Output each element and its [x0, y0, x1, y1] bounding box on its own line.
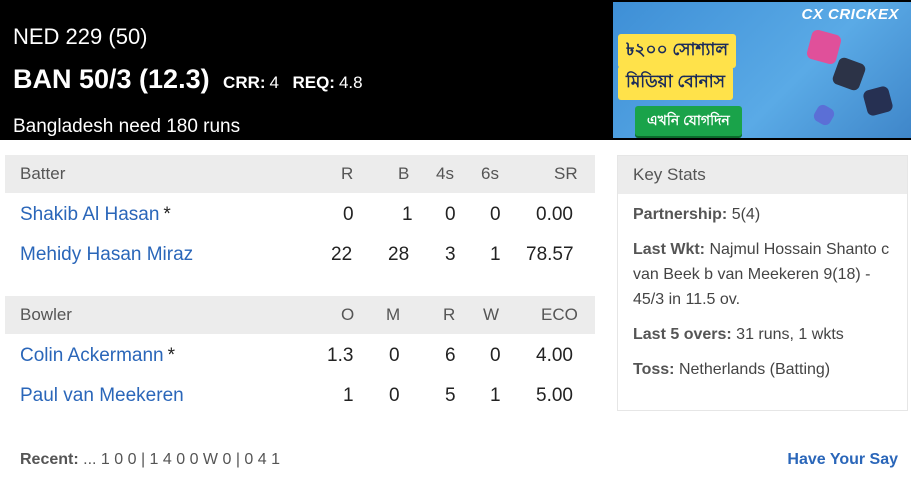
req-label: REQ: [292, 73, 335, 92]
bowler-runs: 6 [445, 345, 456, 366]
bowler-maidens: 0 [389, 385, 400, 406]
key-stats-body: Partnership: 5(4) Last Wkt: Najmul Hossa… [618, 194, 907, 382]
batter-sixes: 1 [490, 244, 501, 265]
have-your-say-link[interactable]: Have Your Say [787, 451, 898, 469]
team1-score: NED 229 (50) [13, 24, 148, 49]
bowler-runs: 5 [445, 385, 456, 406]
batting-table: Batter R B 4s 6s SR Shakib Al Hasan * 0 1… [5, 155, 595, 275]
partnership-stat: Partnership: 5(4) [633, 202, 897, 227]
last-five-overs-value: 31 runs, 1 wkts [736, 326, 844, 343]
partnership-label: Partnership: [633, 206, 728, 223]
batter-fours: 0 [445, 204, 456, 225]
batting-header-row: Batter R B 4s 6s SR [5, 155, 595, 193]
batter-fours: 3 [445, 244, 456, 265]
sixes-col-header: 6s [481, 164, 499, 183]
last-five-overs-label: Last 5 overs: [633, 326, 732, 343]
key-stats-panel: Key Stats Partnership: 5(4) Last Wkt: Na… [617, 155, 908, 411]
bowler-maidens: 0 [389, 345, 400, 366]
current-bowler-marker: * [167, 345, 176, 366]
ad-headline-2: মিডিয়া বোনাস [618, 66, 733, 100]
last-wicket-stat: Last Wkt: Najmul Hossain Shanto c van Be… [633, 237, 897, 312]
maidens-col-header: M [386, 305, 401, 324]
ad-join-button[interactable]: এখনি যোগদিন [635, 106, 742, 136]
wickets-col-header: W [483, 305, 500, 324]
ad-banner[interactable]: CX CRICKEX ৳২০০ সোশ্যাল মিডিয়া বোনাস এখ… [613, 2, 911, 138]
last-five-overs-stat: Last 5 overs: 31 runs, 1 wkts [633, 322, 897, 347]
economy-col-header: ECO [541, 305, 578, 324]
bowler-economy: 5.00 [536, 385, 573, 406]
batter-row: Mehidy Hasan Miraz 22 28 3 1 78.57 [5, 235, 595, 275]
runs-col-header: R [341, 164, 354, 183]
fours-col-header: 4s [436, 164, 454, 183]
batter-name[interactable]: Shakib Al Hasan [20, 204, 159, 225]
bowler-economy: 4.00 [536, 345, 573, 366]
toss-label: Toss: [633, 361, 675, 378]
bowler-name-link[interactable]: Colin Ackermann * [20, 345, 175, 367]
runs-conceded-col-header: R [443, 305, 456, 324]
balls-col-header: B [398, 164, 410, 183]
ad-chip-icon [862, 85, 894, 117]
ad-chip-icon [805, 28, 843, 66]
bowler-wickets: 0 [490, 345, 501, 366]
batter-balls: 1 [402, 204, 413, 225]
ad-chip-icon [811, 102, 837, 128]
crr-label: CRR: [223, 73, 266, 92]
ad-chip-icon [831, 56, 867, 92]
on-strike-marker: * [163, 204, 171, 225]
strike-rate-col-header: SR [554, 164, 578, 183]
batter-strike-rate: 78.57 [526, 244, 574, 265]
batter-runs: 22 [331, 244, 353, 265]
toss-value: Netherlands (Batting) [678, 361, 831, 378]
batter-name-link[interactable]: Mehidy Hasan Miraz [20, 244, 197, 266]
recent-balls: Recent: ... 1 0 0 | 1 4 0 0 W 0 | 0 4 1 [20, 451, 280, 469]
batter-name-link[interactable]: Shakib Al Hasan * [20, 204, 171, 226]
bowling-header-row: Bowler O M R W ECO [5, 296, 595, 334]
bowler-name-link[interactable]: Paul van Meekeren [20, 385, 188, 407]
batter-runs: 0 [343, 204, 354, 225]
bowler-row: Colin Ackermann * 1.3 0 6 0 4.00 [5, 336, 595, 376]
batter-col-header: Batter [20, 164, 66, 183]
partnership-value: 5(4) [731, 206, 761, 223]
bowler-overs: 1.3 [327, 345, 354, 366]
batter-name[interactable]: Mehidy Hasan Miraz [20, 244, 193, 265]
bowler-wickets: 1 [490, 385, 501, 406]
overs-col-header: O [341, 305, 355, 324]
last-wicket-label: Last Wkt: [633, 241, 705, 258]
team2-score: BAN 50/3 (12.3) [13, 64, 210, 94]
crr-value: 4 [269, 73, 280, 92]
recent-label: Recent: [20, 451, 79, 468]
recent-balls-value: ... 1 0 0 | 1 4 0 0 W 0 | 0 4 1 [83, 451, 281, 468]
bowler-name[interactable]: Colin Ackermann [20, 345, 164, 366]
bowler-name[interactable]: Paul van Meekeren [20, 385, 184, 406]
team2-score-line: BAN 50/3 (12.3) CRR: 4 REQ: 4.8 [13, 64, 363, 95]
batter-strike-rate: 0.00 [536, 204, 573, 225]
batter-balls: 28 [388, 244, 410, 265]
bowler-overs: 1 [343, 385, 354, 406]
batter-sixes: 0 [490, 204, 501, 225]
ad-logo: CX CRICKEX [801, 6, 899, 23]
bowler-row: Paul van Meekeren 1 0 5 1 5.00 [5, 376, 595, 416]
bowling-table: Bowler O M R W ECO Colin Ackermann * 1.3 … [5, 296, 595, 416]
toss-stat: Toss: Netherlands (Batting) [633, 357, 897, 382]
req-value: 4.8 [338, 73, 363, 92]
key-stats-title: Key Stats [618, 156, 907, 194]
bowler-col-header: Bowler [20, 305, 72, 324]
ad-headline-1: ৳২০০ সোশ্যাল [618, 34, 736, 68]
batter-row: Shakib Al Hasan * 0 1 0 0 0.00 [5, 195, 595, 235]
target-status: Bangladesh need 180 runs [13, 116, 241, 137]
